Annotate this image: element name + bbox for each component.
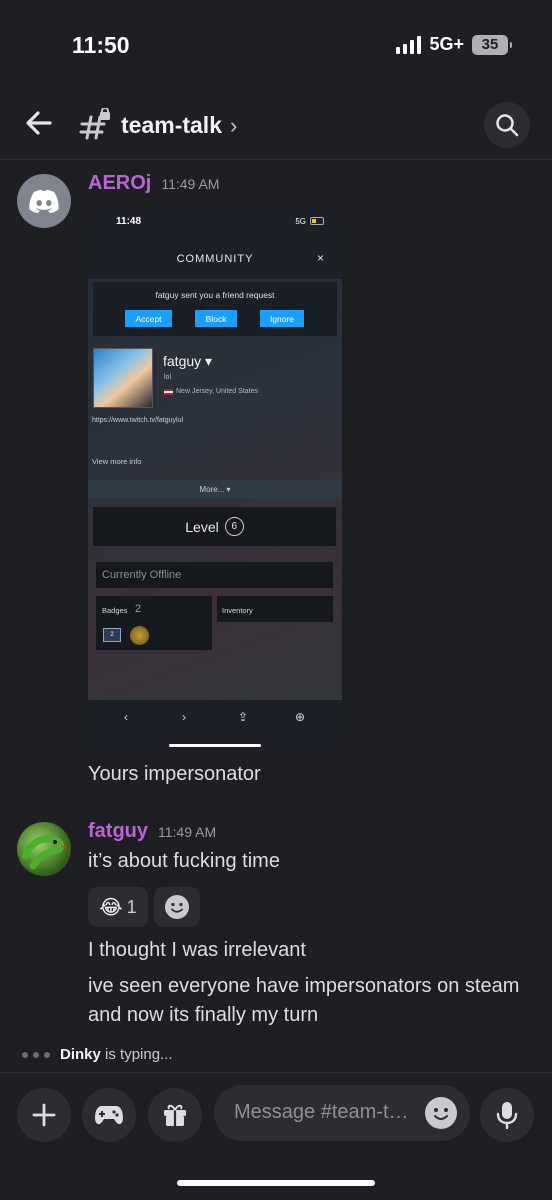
profile-link: https://www.twitch.tv/fatguylul — [92, 417, 184, 424]
gift-icon — [164, 1104, 186, 1126]
home-indicator — [177, 1180, 375, 1186]
reaction-count: 1 — [126, 896, 137, 917]
locked-channel-hash-icon — [78, 107, 112, 140]
timestamp: 11:49 AM — [158, 824, 217, 840]
message-text: it’s about fucking time — [88, 850, 280, 872]
plus-icon — [32, 1103, 56, 1127]
attachment-home-indicator — [169, 744, 261, 747]
status-time: 11:50 — [72, 32, 130, 58]
message-header: fatguy 11:49 AM — [88, 820, 216, 843]
reaction-laughing[interactable]: 😂 1 — [88, 887, 148, 927]
channel-header: team-talk › — [0, 92, 552, 160]
message-text: I thought I was irrelevant — [88, 939, 306, 961]
avatar-aeroj[interactable] — [17, 174, 71, 228]
globe-icon: ⊕ — [295, 710, 306, 724]
microphone-icon — [496, 1102, 518, 1129]
badge-icon: 2 — [103, 628, 121, 642]
profile-real-name: lol — [164, 374, 172, 381]
profile-location: New Jersey, United States — [164, 388, 258, 395]
friend-request-text: fatguy sent you a friend request — [155, 290, 275, 300]
typing-dots-icon — [22, 1051, 50, 1058]
share-icon: ⇪ — [238, 710, 249, 724]
discord-logo-icon — [29, 189, 59, 213]
badges-count: 2 — [135, 603, 142, 615]
level-panel: Level 6 — [92, 506, 337, 547]
profile-picture — [93, 348, 153, 408]
back-arrow-icon[interactable] — [22, 106, 56, 140]
chevron-right-icon: › — [229, 112, 238, 138]
nav-back-icon: ‹ — [124, 710, 128, 724]
network-type: 5G+ — [429, 34, 464, 54]
online-status: Currently Offline — [96, 562, 333, 588]
block-button: Block — [195, 310, 237, 327]
author-name[interactable]: AEROj — [88, 172, 151, 195]
channel-title[interactable]: team-talk › — [121, 112, 237, 139]
attachment-network: 5G — [295, 217, 306, 226]
battery-icon: 35 — [472, 34, 512, 55]
timestamp: 11:49 AM — [161, 176, 220, 192]
avatar-fatguy[interactable] — [17, 822, 71, 876]
image-attachment[interactable]: 11:48 5G COMMUNITY × fatguy sent you a f… — [88, 207, 342, 753]
profile-name: fatguy ▾ — [163, 353, 213, 369]
typing-indicator: Dinky is typing... — [22, 1046, 173, 1063]
message-input-placeholder: Message #team-talk — [234, 1101, 414, 1123]
level-label: Level — [185, 518, 219, 535]
add-reaction-button[interactable] — [154, 887, 200, 927]
status-bar: 11:50 5G+ 35 — [0, 0, 552, 90]
search-button[interactable] — [484, 102, 530, 148]
channel-name: team-talk — [121, 112, 222, 138]
attach-button[interactable] — [17, 1088, 71, 1142]
status-indicators: 5G+ 35 — [396, 34, 512, 55]
level-badge: 6 — [224, 517, 244, 536]
search-icon — [496, 114, 519, 137]
badge-medal-icon — [130, 626, 149, 645]
author-name[interactable]: fatguy — [88, 820, 148, 843]
signal-icon — [396, 35, 422, 54]
snake-avatar — [21, 835, 68, 870]
view-more-info: View more info — [92, 457, 142, 466]
typing-user: Dinky — [60, 1046, 101, 1063]
inventory-label: Inventory — [222, 606, 253, 615]
message-text: ive seen everyone have impersonators on … — [88, 975, 520, 1026]
message-input[interactable]: Message #team-talk — [214, 1085, 470, 1141]
activities-button[interactable] — [82, 1088, 136, 1142]
gamepad-icon — [95, 1106, 123, 1125]
accept-button: Accept — [125, 310, 172, 327]
voice-message-button[interactable] — [480, 1088, 534, 1142]
more-dropdown: More... ▾ — [88, 480, 342, 499]
nav-forward-icon: › — [182, 710, 186, 724]
message-header: AEROj 11:49 AM — [88, 172, 219, 195]
close-icon: × — [316, 251, 324, 265]
emoji-icon[interactable] — [425, 1097, 457, 1129]
ignore-button: Ignore — [260, 310, 304, 327]
laughing-emoji-icon: 😂 — [99, 896, 123, 919]
add-reaction-icon — [165, 895, 189, 919]
attachment-battery-icon — [310, 217, 324, 225]
us-flag-icon — [164, 388, 173, 395]
message-text: Yours impersonator — [88, 763, 261, 785]
community-title: COMMUNITY — [176, 253, 254, 265]
attachment-status-time: 11:48 — [116, 216, 142, 227]
typing-suffix: is typing... — [105, 1046, 173, 1063]
badges-label: Badges — [102, 606, 128, 615]
gift-button[interactable] — [148, 1088, 202, 1142]
